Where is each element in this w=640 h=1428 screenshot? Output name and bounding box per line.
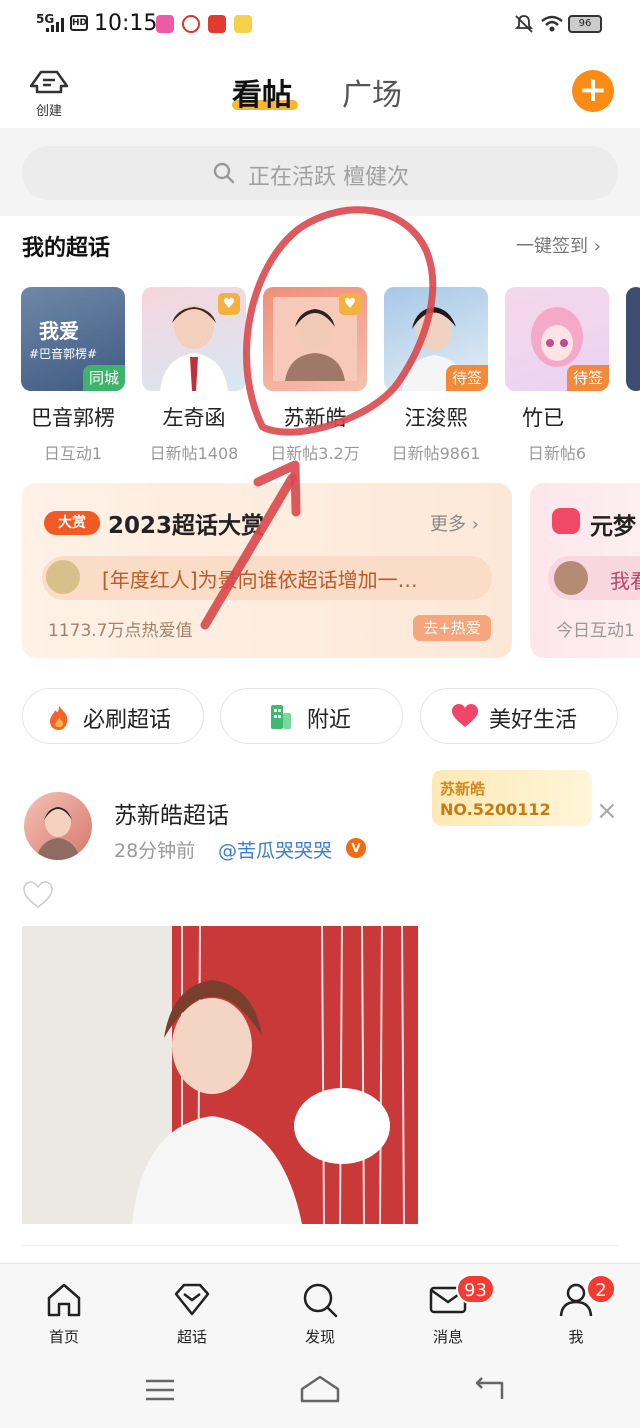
home-button-icon[interactable] — [298, 1373, 342, 1405]
nav-label: 发现 — [304, 1328, 335, 1346]
avatar — [554, 561, 588, 595]
message-count-badge: 93 — [456, 1274, 495, 1304]
nav-label: 超话 — [176, 1328, 207, 1346]
nav-discover[interactable]: 发现 — [280, 1280, 360, 1347]
good-life-button[interactable]: 美好生活 — [420, 688, 618, 744]
add-button[interactable]: + — [572, 70, 614, 112]
topic-stat: 日互动1 — [43, 444, 103, 463]
post-photo — [22, 926, 418, 1224]
topic-stat: 日新帖6 — [527, 444, 587, 463]
battery-indicator: 96 — [568, 15, 602, 33]
search-placeholder: 正在活跃 檀健次 — [248, 165, 409, 190]
pending-checkin-badge: 待签 — [566, 365, 609, 391]
pill-label: 附近 — [307, 708, 352, 733]
tile-subtext: #巴音郭楞# — [29, 347, 98, 361]
city-badge: 同城 — [82, 365, 125, 391]
close-icon[interactable]: × — [596, 796, 618, 826]
verified-icon: V — [346, 838, 366, 858]
post-topic-name[interactable]: 苏新皓超话 — [114, 796, 229, 830]
topic-name: 竹已 — [522, 406, 564, 430]
avatar — [46, 560, 80, 594]
pill-label: 美好生活 — [489, 708, 578, 733]
nav-home[interactable]: 首页 — [24, 1280, 104, 1347]
me-count-badge: 2 — [586, 1274, 616, 1304]
like-heart-icon[interactable] — [22, 880, 54, 910]
award-title: 2023超话大赏 — [108, 513, 265, 539]
heart-badge-icon: ♥ — [339, 293, 361, 315]
secondary-card-title: 元梦 — [590, 514, 636, 540]
back-icon[interactable] — [472, 1375, 506, 1403]
topic-tile-zhuyi[interactable]: 待签 — [505, 287, 609, 391]
search-icon — [213, 162, 235, 184]
topic-stat: 日新帖9861 — [391, 444, 481, 463]
must-see-topics-button[interactable]: 必刷超话 — [22, 688, 204, 744]
topic-stat: 日新帖1408 — [149, 444, 239, 463]
hd-icon: HD — [70, 15, 88, 31]
post-author-link[interactable]: @苦瓜哭哭哭 — [218, 836, 332, 863]
diamond-icon — [174, 1283, 210, 1316]
clock-time: 10:15 — [94, 11, 158, 36]
mute-bell-icon — [514, 15, 534, 33]
fan-badge-name: 苏新皓 — [440, 780, 486, 798]
tab-guangchang[interactable]: 广场 — [342, 70, 402, 114]
topic-name: 苏新皓 — [283, 406, 347, 430]
topic-avatar[interactable] — [24, 792, 92, 860]
tile-text: 我爱 — [39, 319, 79, 343]
pending-checkin-badge: 待签 — [445, 365, 488, 391]
weibo-icon — [182, 15, 200, 33]
secondary-card-stat: 今日互动1 — [556, 621, 635, 641]
nav-label: 消息 — [432, 1328, 463, 1346]
secondary-card-row-text: 我看 — [610, 569, 640, 593]
topic-tile-wangjunxi[interactable]: 待签 — [384, 287, 488, 391]
post-time: 28分钟前 — [114, 840, 196, 862]
nearby-button[interactable]: 附近 — [220, 688, 403, 744]
top-header: 创建 看帖 广场 + — [0, 52, 640, 128]
topic-name: 巴音郭楞 — [31, 406, 115, 430]
nav-label: 首页 — [48, 1328, 79, 1346]
home-icon — [47, 1283, 81, 1317]
heart-badge-icon: ♥ — [218, 293, 240, 315]
award-more-link[interactable]: 更多 › — [430, 510, 479, 536]
award-row-text: [年度红人]为景向谁依超话增加一… — [102, 568, 418, 592]
topic-tile-suxinhao[interactable]: ♥ — [263, 287, 367, 391]
award-tag: 大赏 — [44, 511, 100, 535]
fire-icon — [50, 705, 68, 730]
pill-label: 必刷超话 — [83, 708, 172, 733]
app-notification-icon — [156, 15, 174, 33]
topic-name: 左奇函 — [162, 406, 226, 430]
status-bar: 5G HD 10:15 96 — [0, 0, 640, 52]
create-button[interactable]: 创建 — [26, 68, 72, 119]
search-bar[interactable]: 正在活跃 檀健次 — [22, 146, 618, 200]
my-topics-title: 我的超话 — [22, 236, 111, 261]
topic-tile-partial[interactable] — [626, 287, 640, 391]
post-image[interactable] — [22, 926, 418, 1224]
nav-supertopic[interactable]: 超话 — [152, 1280, 232, 1347]
app-notification-icon-2 — [208, 15, 226, 33]
create-icon — [29, 70, 69, 94]
create-label: 创建 — [35, 104, 62, 119]
add-love-button[interactable]: 去+热爱 — [413, 615, 491, 641]
search-icon — [303, 1283, 338, 1318]
nav-label: 我 — [568, 1328, 584, 1346]
topic-tile-zuoqihan[interactable]: ♥ — [142, 287, 246, 391]
fan-badge-number: NO.5200112 — [440, 800, 551, 819]
nav-messages[interactable]: 消息 93 — [408, 1274, 495, 1347]
divider — [22, 1245, 618, 1246]
tab-kantie[interactable]: 看帖 — [232, 70, 292, 114]
signal-icon — [46, 18, 64, 32]
game-icon — [552, 508, 580, 534]
avatar-image — [36, 807, 80, 860]
topic-tile-bayinguoleng[interactable]: 我爱 #巴音郭楞# 同城 — [21, 287, 125, 391]
wifi-icon — [541, 15, 563, 32]
love-score: 1173.7万点热爱值 — [48, 621, 193, 641]
nav-me[interactable]: 我 2 — [536, 1274, 616, 1347]
checkin-all-link[interactable]: 一键签到 › — [516, 232, 601, 258]
system-navigation-bar — [0, 1353, 640, 1428]
topic-stat: 日新帖3.2万 — [270, 444, 360, 463]
heart-icon — [452, 704, 478, 727]
menu-icon[interactable] — [144, 1377, 176, 1403]
app-notification-icon-3 — [234, 15, 252, 33]
building-icon — [271, 705, 291, 729]
